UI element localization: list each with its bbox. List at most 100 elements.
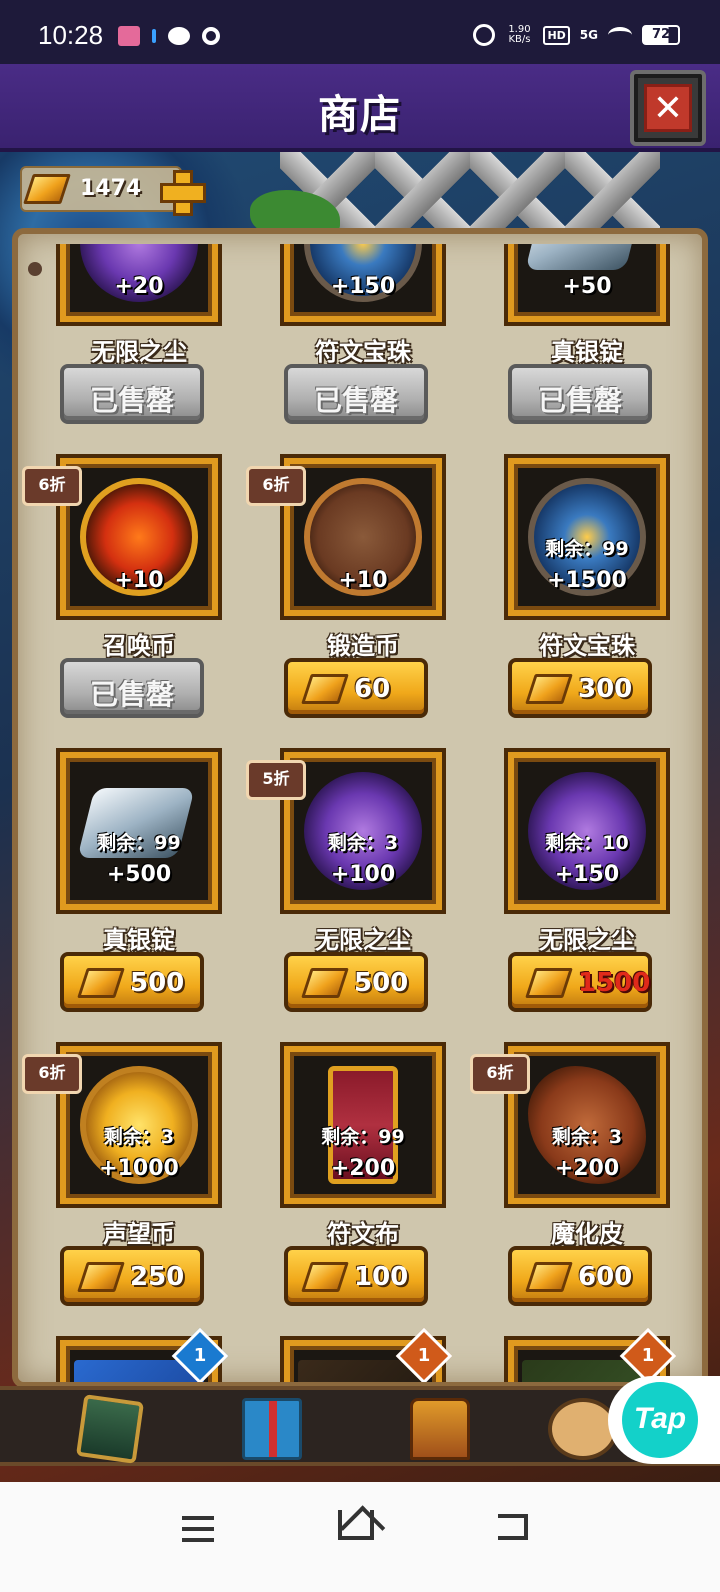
item-name: 魔化皮 — [551, 1220, 623, 1248]
item-icon-frame[interactable]: +50 — [508, 244, 666, 322]
remaining-stock: 剩余：3 — [551, 1126, 623, 1148]
item-icon-frame[interactable]: 剩余：3 +100 — [284, 752, 442, 910]
item-name: 符文布 — [327, 1220, 399, 1248]
home-icon[interactable] — [338, 1510, 374, 1540]
status-bar: 10:28 1.90 KB/s HD 5G 72 — [0, 0, 720, 64]
buy-button[interactable]: 100 — [284, 1246, 428, 1306]
item-quantity: +200 — [554, 1156, 620, 1181]
item-icon-frame[interactable]: 1 — [284, 1327, 453, 1382]
item-name: 无限之尘 — [315, 926, 411, 954]
gift-icon[interactable] — [242, 1398, 302, 1460]
battery-icon: 72 — [642, 25, 680, 45]
network-5g-icon: 5G — [579, 28, 598, 42]
item-icon-frame[interactable]: +150 — [284, 244, 442, 322]
settings-icon — [202, 27, 220, 45]
shop-icon[interactable] — [548, 1398, 618, 1460]
hd-icon: HD — [543, 25, 570, 45]
item-quantity: +200 — [330, 1156, 396, 1181]
item-price: 300 — [578, 674, 633, 704]
buy-button[interactable]: 1500 — [508, 952, 652, 1012]
item-price: 60 — [354, 674, 391, 704]
sold-out-label: 已售罄 — [537, 384, 622, 417]
item-name: 无限之尘 — [91, 338, 187, 366]
system-nav-bar — [0, 1482, 720, 1592]
net-speed: 1.90 KB/s — [508, 24, 531, 45]
item-icon-frame[interactable]: 剩余：10 +150 — [508, 752, 666, 910]
tap-logo: Tap — [622, 1382, 698, 1458]
item-name: 声望币 — [103, 1220, 175, 1248]
buy-button[interactable]: 250 — [60, 1246, 204, 1306]
item-quantity: +1500 — [547, 568, 627, 593]
gold-bar-icon — [525, 968, 573, 998]
item-price: 100 — [354, 1262, 409, 1292]
item-icon-frame[interactable]: 剩余：3 +1000 — [60, 1046, 218, 1204]
item-icon-frame[interactable]: 剩余：99 +200 — [284, 1046, 442, 1204]
buy-button[interactable]: 600 — [508, 1246, 652, 1306]
item-quantity: +150 — [330, 274, 396, 299]
alarm-icon — [473, 24, 496, 46]
discount-badge: 6折 — [246, 466, 306, 506]
discount-badge: 6折 — [22, 1054, 82, 1094]
item-icon-frame[interactable]: 剩余：99 +500 — [60, 752, 218, 910]
sold-out-label: 已售罄 — [89, 678, 174, 711]
sold-out-button: 已售罄 — [60, 658, 204, 718]
taptap-float-button[interactable]: Tap — [608, 1376, 720, 1464]
item-quantity: +10 — [114, 568, 164, 593]
item-icon-frame[interactable]: 剩余：3 +200 — [508, 1046, 666, 1204]
item-quantity: +50 — [562, 274, 612, 299]
buy-button[interactable]: 300 — [508, 658, 652, 718]
item-price: 500 — [130, 968, 185, 998]
gold-amount: 1474 — [80, 176, 142, 201]
gold-bar-icon — [77, 968, 125, 998]
item-name: 无限之尘 — [539, 926, 635, 954]
gem-count: 1 — [193, 1345, 207, 1366]
message-icon — [168, 27, 190, 45]
remaining-stock: 剩余：99 — [545, 538, 629, 560]
card-icon[interactable] — [75, 1394, 145, 1464]
close-button[interactable]: ✕ — [630, 70, 706, 146]
item-price: 600 — [578, 1262, 633, 1292]
discount-badge: 5折 — [246, 760, 306, 800]
item-name: 符文宝珠 — [315, 338, 411, 366]
add-gold-button[interactable] — [160, 170, 206, 216]
item-quantity: +20 — [114, 274, 164, 299]
item-quantity: +1000 — [99, 1156, 179, 1181]
clock: 10:28 — [38, 20, 104, 50]
item-quantity: +150 — [554, 862, 620, 887]
item-name: 召唤币 — [103, 632, 175, 660]
shop-header: 商店 ✕ — [0, 64, 720, 152]
discount-badge: 6折 — [22, 466, 82, 506]
shop-grid[interactable]: +20 无限之尘 已售罄 +150 符文宝珠 已售罄 +50 真银锭 已售罄 +10 6折 召唤币 已售… — [20, 244, 700, 1382]
item-quantity: +500 — [106, 862, 172, 887]
sold-out-label: 已售罄 — [89, 384, 174, 417]
item-quantity: +100 — [330, 862, 396, 887]
back-icon[interactable] — [498, 1514, 528, 1540]
menu-icon[interactable] — [182, 1516, 214, 1542]
buy-button[interactable]: 60 — [284, 658, 428, 718]
chest-icon[interactable] — [410, 1398, 470, 1460]
page-title: 商店 — [318, 92, 402, 138]
remaining-stock: 剩余：99 — [97, 832, 181, 854]
item-price: 250 — [130, 1262, 185, 1292]
item-icon-frame[interactable]: 1 — [508, 1327, 677, 1382]
gold-bar-icon — [525, 674, 573, 704]
item-icon-frame[interactable]: 1 — [60, 1327, 229, 1382]
remaining-stock: 剩余：10 — [545, 832, 629, 854]
item-icon-frame[interactable]: +20 — [60, 244, 218, 322]
buy-button[interactable]: 500 — [60, 952, 204, 1012]
gem-count: 1 — [417, 1345, 431, 1366]
item-icon-frame[interactable]: 剩余：99 +1500 — [508, 458, 666, 616]
item-price: 1500 — [578, 968, 651, 998]
sold-out-button: 已售罄 — [508, 364, 652, 424]
gold-bar-icon — [301, 674, 349, 704]
remaining-stock: 剩余：99 — [321, 1126, 405, 1148]
gem-count: 1 — [641, 1345, 655, 1366]
item-icon-frame[interactable]: +10 — [60, 458, 218, 616]
remaining-stock: 剩余：3 — [327, 832, 399, 854]
buy-button[interactable]: 500 — [284, 952, 428, 1012]
sold-out-label: 已售罄 — [313, 384, 398, 417]
notification-dot-icon — [152, 29, 156, 43]
item-price: 500 — [354, 968, 409, 998]
wifi-icon — [608, 27, 632, 43]
item-icon-frame[interactable]: +10 — [284, 458, 442, 616]
